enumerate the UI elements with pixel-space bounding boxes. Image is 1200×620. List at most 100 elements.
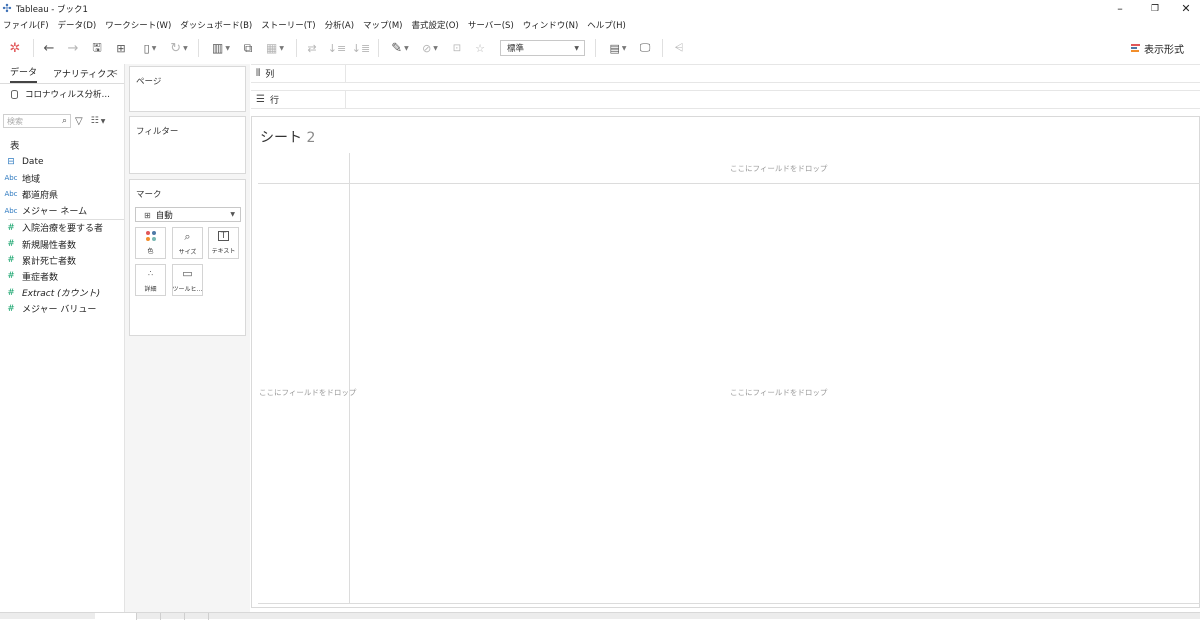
restore-button[interactable]: ❐ xyxy=(1141,0,1169,17)
label-label: テキスト xyxy=(211,248,236,255)
menu-analysis[interactable]: 分析(A) xyxy=(325,19,354,31)
color-dot xyxy=(151,237,156,241)
sort-ascending-icon[interactable]: ↓≡ xyxy=(328,38,346,58)
menu-map[interactable]: マップ(M) xyxy=(363,19,402,31)
chevron-down-icon: ▼ xyxy=(574,44,579,52)
field-list: ⊟ Date Abc 地域 Abc 都道府県 Abc メジャー ネーム # 入院… xyxy=(0,154,124,317)
refresh-icon[interactable]: ↻ ▼ xyxy=(166,38,192,58)
toolbar-separator xyxy=(33,39,34,57)
tableau-home-icon[interactable]: ✲ xyxy=(6,38,24,58)
hash-icon: # xyxy=(7,287,15,298)
hash-icon: # xyxy=(7,271,15,282)
rows-shelf[interactable]: ☰ 行 xyxy=(251,90,1200,109)
collapse-pane-icon[interactable]: < xyxy=(110,68,118,78)
tab-data[interactable]: データ xyxy=(10,65,38,83)
abc-icon: Abc xyxy=(4,206,18,215)
filter-icon[interactable]: ▽ xyxy=(75,116,83,127)
new-datasource-icon[interactable]: ⊞ xyxy=(113,38,129,58)
tooltip-label: ツールヒ… xyxy=(172,285,203,293)
drop-zone-rows[interactable]: ここにフィールドをドロップ xyxy=(259,387,356,398)
menu-dashboard[interactable]: ダッシュボード(B) xyxy=(180,19,252,31)
color-dot xyxy=(145,231,150,235)
search-icon: ⌕ xyxy=(61,116,67,126)
group-members-icon[interactable]: ⊘ ▼ xyxy=(417,38,443,58)
hash-icon: # xyxy=(7,303,15,314)
menu-window[interactable]: ウィンドウ(N) xyxy=(523,19,579,31)
toolbar-separator xyxy=(662,39,663,57)
presentation-mode-icon[interactable]: 🖵 xyxy=(636,38,654,58)
pause-updates-icon[interactable]: ▯ ▼ xyxy=(137,38,163,58)
mark-type-select[interactable]: ⊞ 自動 ▼ xyxy=(135,207,241,222)
toolbar-separator xyxy=(198,39,199,57)
clear-sheet-icon[interactable]: ▦ ▼ xyxy=(261,38,289,58)
toolbar-separator xyxy=(296,39,297,57)
minimize-button[interactable]: – xyxy=(1106,0,1134,17)
field-name: Date xyxy=(22,157,44,168)
save-icon[interactable]: 🖫 xyxy=(89,38,105,58)
share-icon[interactable]: ⩤ xyxy=(670,38,688,58)
close-button[interactable]: ✕ xyxy=(1172,0,1200,17)
toolbar-separator xyxy=(595,39,596,57)
show-mark-labels-icon[interactable]: ⊡ xyxy=(448,38,466,58)
redo-icon[interactable]: → xyxy=(64,38,82,58)
chevron-down-icon[interactable]: ▼ xyxy=(101,118,106,125)
fix-axes-icon[interactable]: ☆ xyxy=(471,38,489,58)
field-name: メジャー バリュー xyxy=(22,305,97,316)
show-cards-icon[interactable]: ▤ ▼ xyxy=(604,38,632,58)
swap-rows-columns-icon[interactable]: ⇄ xyxy=(303,38,321,58)
tooltip-button[interactable]: ▭ ツールヒ… xyxy=(172,264,203,296)
highlight-icon[interactable]: ✎ ▼ xyxy=(387,38,413,58)
pages-card[interactable]: ページ xyxy=(129,66,246,112)
new-worksheet-icon[interactable]: ▥ ▼ xyxy=(206,38,236,58)
label-button[interactable]: T テキスト xyxy=(208,227,239,259)
field-name: 重症者数 xyxy=(22,272,59,283)
menu-server[interactable]: サーバー(S) xyxy=(468,19,514,31)
size-label: サイズ xyxy=(178,248,197,256)
menu-data[interactable]: データ(D) xyxy=(58,19,97,31)
color-icon xyxy=(145,231,156,241)
field-extract-count[interactable]: # Extract (カウント) xyxy=(0,285,124,301)
field-severe-cases[interactable]: # 重症者数 xyxy=(0,268,124,284)
calendar-icon: ⊟ xyxy=(7,157,15,168)
detail-button[interactable]: ∴ 詳細 xyxy=(135,264,166,296)
field-name: 新規陽性者数 xyxy=(22,240,77,251)
field-hospitalized[interactable]: # 入院治療を要する者 xyxy=(0,220,124,236)
menu-file[interactable]: ファイル(F) xyxy=(3,19,49,31)
title-bar: ✣ Tableau - ブック1 xyxy=(0,0,1200,17)
search-input[interactable]: 検索 ⌕ xyxy=(3,114,71,128)
size-button[interactable]: ⌕ サイズ xyxy=(172,227,203,259)
field-measure-values[interactable]: # メジャー バリュー xyxy=(0,301,124,317)
menu-story[interactable]: ストーリー(T) xyxy=(261,19,315,31)
tab-analytics[interactable]: アナリティクス xyxy=(53,67,115,83)
show-me-label: 表示形式 xyxy=(1144,44,1184,56)
show-me-button[interactable]: 表示形式 xyxy=(1131,39,1184,57)
search-row: 検索 ⌕ ▽ ☷ ▼ xyxy=(3,114,121,128)
tableau-logo-icon: ✣ xyxy=(2,1,12,15)
color-button[interactable]: 色 xyxy=(135,227,166,259)
datasource-item[interactable]: コロナウィルス分析… xyxy=(0,84,124,104)
drop-zone-columns[interactable]: ここにフィールドをドロップ xyxy=(730,163,827,174)
menu-worksheet[interactable]: ワークシート(W) xyxy=(105,19,171,31)
filters-card[interactable]: フィルター xyxy=(129,116,246,174)
abc-icon: Abc xyxy=(4,174,18,183)
view-list-icon[interactable]: ☷ xyxy=(91,116,99,126)
field-date[interactable]: ⊟ Date xyxy=(0,154,124,170)
undo-icon[interactable]: ← xyxy=(40,38,58,58)
color-label: 色 xyxy=(147,248,154,255)
sort-descending-icon[interactable]: ↓≣ xyxy=(352,38,370,58)
menu-format[interactable]: 書式設定(O) xyxy=(411,19,458,31)
drop-zone-view[interactable]: ここにフィールドをドロップ xyxy=(730,387,827,398)
field-cumulative-deaths[interactable]: # 累計死亡者数 xyxy=(0,252,124,268)
color-dot xyxy=(145,237,150,241)
fit-select[interactable]: 標準 ▼ xyxy=(500,40,585,56)
sheet-title[interactable]: シート 2 xyxy=(260,127,315,147)
field-measure-names[interactable]: Abc メジャー ネーム xyxy=(0,203,124,219)
columns-shelf[interactable]: ⫴ 列 xyxy=(251,64,1200,83)
field-prefecture[interactable]: Abc 都道府県 xyxy=(0,186,124,202)
cards-column: ページ フィルター マーク ⊞ 自動 ▼ 色 ⌕ サイズ T テキスト ∴ 詳細… xyxy=(125,64,250,616)
field-region[interactable]: Abc 地域 xyxy=(0,170,124,186)
field-name: 累計死亡者数 xyxy=(22,256,77,267)
duplicate-sheet-icon[interactable]: ⧉ xyxy=(239,38,257,58)
menu-help[interactable]: ヘルプ(H) xyxy=(587,19,626,31)
field-new-positive[interactable]: # 新規陽性者数 xyxy=(0,236,124,252)
